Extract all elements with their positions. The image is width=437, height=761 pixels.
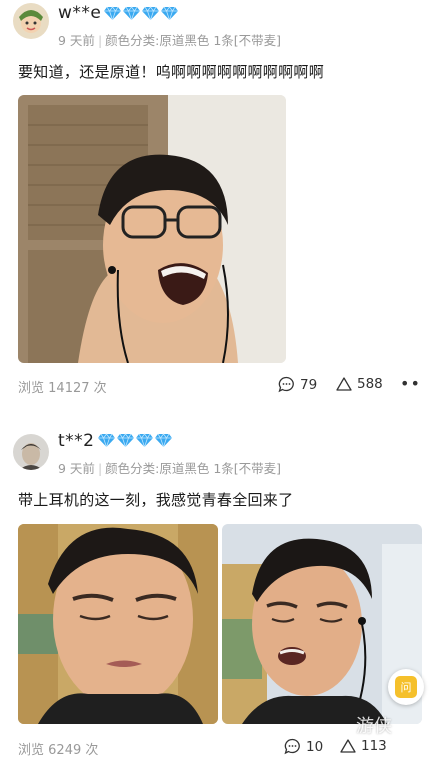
view-label: 浏览 [18, 743, 45, 758]
comment-bubble-icon [284, 738, 300, 755]
diamond-icon [155, 433, 172, 447]
review-photo[interactable] [18, 524, 218, 724]
avatar-image [13, 434, 49, 470]
review-meta: 9 天前 | 颜色分类:原道黑色 1条[不带麦] [58, 458, 281, 477]
view-count: 浏览 6249 次 [18, 739, 98, 758]
review-time: 9 天前 [58, 461, 95, 476]
ask-icon: 问 [395, 676, 417, 698]
user-avatar[interactable] [13, 434, 49, 470]
username[interactable]: t**2 [58, 431, 94, 451]
view-unit: 次 [85, 743, 99, 758]
eyes-closed-man-photo-1 [18, 524, 218, 724]
review-text: 带上耳机的这一刻，我感觉青春全回来了 [18, 491, 294, 509]
review-card-2: t**2 9 天前 | 颜色分类:原道黑色 1条[不带麦] 带上耳机的这一刻，我感觉… [0, 0, 437, 761]
like-button[interactable]: 113 [340, 738, 387, 754]
diamond-icon [136, 433, 153, 447]
watermark-logo: 游侠 [356, 716, 392, 737]
diamond-icon [98, 433, 115, 447]
diamond-icon [117, 433, 134, 447]
comment-count: 10 [306, 738, 324, 755]
product-spec: 颜色分类:原道黑色 1条[不带麦] [105, 461, 282, 476]
like-triangle-icon [340, 739, 356, 753]
ask-question-float-button[interactable]: 问 [388, 669, 424, 705]
comment-button[interactable]: 10 [284, 738, 323, 755]
like-count: 113 [361, 738, 387, 754]
meta-divider: | [97, 461, 103, 476]
member-level-badge [98, 433, 172, 447]
view-number: 6249 [48, 743, 82, 758]
